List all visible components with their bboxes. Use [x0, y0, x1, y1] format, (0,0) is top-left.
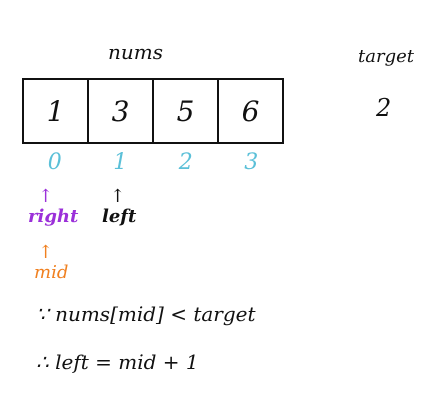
array-name-label: nums: [108, 40, 163, 64]
array-cell-1: 3: [89, 80, 154, 142]
index-row: 0 1 2 3: [22, 150, 284, 175]
index-1: 1: [113, 150, 128, 175]
index-3: 3: [244, 150, 259, 175]
left-pointer-arrow-icon: ↑: [110, 186, 126, 207]
left-pointer-label: left: [102, 206, 137, 227]
target-name-label: target: [358, 46, 414, 67]
mid-pointer-label: mid: [34, 262, 69, 283]
nums-array: 1 3 5 6: [22, 78, 284, 144]
index-2: 2: [178, 150, 193, 175]
right-pointer-label: right: [28, 206, 79, 227]
array-cell-3: 6: [241, 94, 260, 128]
index-0: 0: [47, 150, 62, 175]
target-value: 2: [376, 94, 392, 122]
conclusion-statement: ∴ left = mid + 1: [36, 350, 199, 374]
array-cell-2: 5: [154, 80, 219, 142]
reason-statement: ∵ nums[mid] < target: [36, 302, 256, 326]
array-cell-0: 1: [24, 80, 89, 142]
right-pointer-arrow-icon: ↑: [38, 186, 54, 207]
mid-pointer-arrow-icon: ↑: [38, 242, 54, 263]
